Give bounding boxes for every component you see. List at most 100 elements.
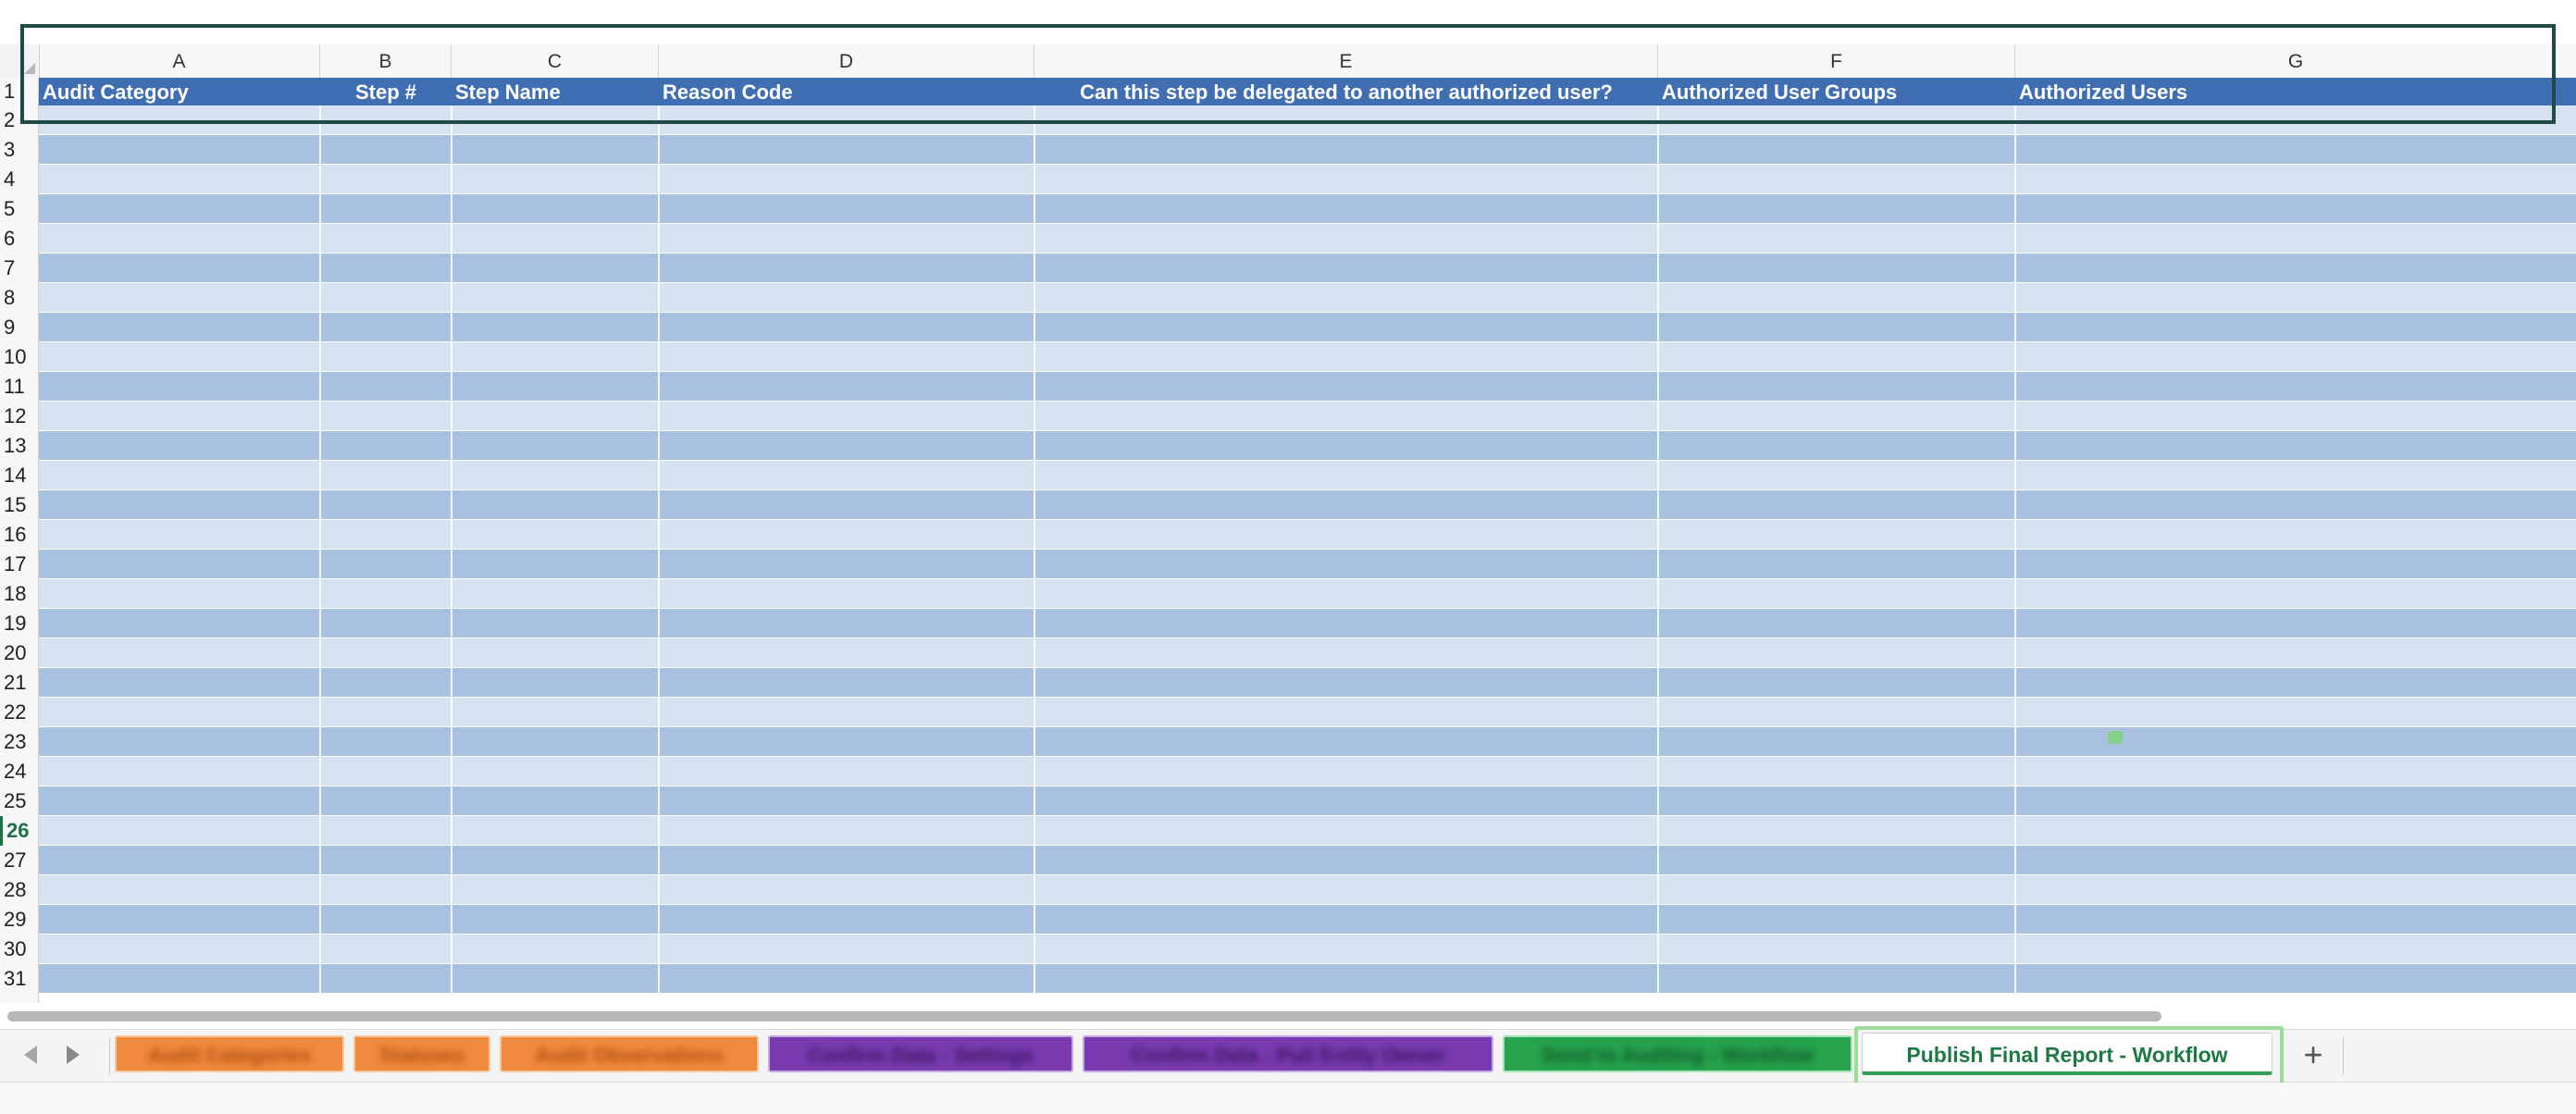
table-row[interactable] (39, 609, 2576, 638)
header-cell-can-delegate[interactable]: Can this step be delegated to another au… (1034, 78, 1658, 105)
table-row[interactable] (39, 698, 2576, 727)
header-cell-reason-code[interactable]: Reason Code (659, 78, 1034, 105)
row-number-11[interactable]: 11 (0, 372, 37, 402)
table-row[interactable] (39, 224, 2576, 254)
table-row[interactable] (39, 135, 2576, 165)
header-row: Audit Category Step # Step Name Reason C… (39, 78, 2576, 105)
header-cell-step-name[interactable]: Step Name (452, 78, 659, 105)
row-number-3[interactable]: 3 (0, 135, 37, 165)
row-number-28[interactable]: 28 (0, 875, 37, 905)
table-row[interactable] (39, 579, 2576, 609)
tab-audit-categories[interactable]: Audit Categories (115, 1035, 344, 1072)
row-number-19[interactable]: 19 (0, 609, 37, 638)
table-row[interactable] (39, 550, 2576, 579)
row-number-9[interactable]: 9 (0, 313, 37, 342)
table-row[interactable] (39, 105, 2576, 135)
row-number-31[interactable]: 31 (0, 964, 37, 994)
table-row[interactable] (39, 786, 2576, 816)
table-row[interactable] (39, 757, 2576, 786)
table-row[interactable] (39, 254, 2576, 283)
header-cell-audit-category[interactable]: Audit Category (39, 78, 320, 105)
row-number-13[interactable]: 13 (0, 431, 37, 461)
table-row[interactable] (39, 313, 2576, 342)
tab-confirm-data-pull-entity-owner[interactable]: Confirm Data - Pull Entity Owner (1083, 1035, 1493, 1072)
active-tab-label: Publish Final Report - Workflow (1906, 1043, 2228, 1067)
row-number-18[interactable]: 18 (0, 579, 37, 609)
tab-publish-final-report-workflow[interactable]: Publish Final Report - Workflow (1862, 1033, 2273, 1075)
horizontal-scrollbar[interactable] (0, 1003, 2576, 1029)
table-row[interactable] (39, 520, 2576, 550)
table-row[interactable] (39, 905, 2576, 935)
row-number-16[interactable]: 16 (0, 520, 37, 550)
table-row[interactable] (39, 668, 2576, 698)
select-all-button[interactable] (0, 44, 40, 78)
header-cell-authorized-users[interactable]: Authorized Users (2015, 78, 2576, 105)
row-number-10[interactable]: 10 (0, 342, 37, 372)
row-number-8[interactable]: 8 (0, 283, 37, 313)
column-header-b[interactable]: B (320, 44, 452, 78)
row-number-21[interactable]: 21 (0, 668, 37, 698)
table-row[interactable] (39, 935, 2576, 964)
column-header-a[interactable]: A (39, 44, 320, 78)
row-number-2[interactable]: 2 (0, 105, 37, 135)
table-row[interactable] (39, 283, 2576, 313)
column-header-c[interactable]: C (452, 44, 659, 78)
table-row[interactable] (39, 964, 2576, 994)
table-row[interactable] (39, 816, 2576, 846)
table-row[interactable] (39, 402, 2576, 431)
header-cell-authorized-user-groups[interactable]: Authorized User Groups (1658, 78, 2015, 105)
table-row[interactable] (39, 875, 2576, 905)
column-header-g[interactable]: G (2015, 44, 2576, 78)
row-number-17[interactable]: 17 (0, 550, 37, 579)
row-number-23[interactable]: 23 (0, 727, 37, 757)
row-number-22[interactable]: 22 (0, 698, 37, 727)
tab-divider (2343, 1037, 2344, 1074)
row-number-24[interactable]: 24 (0, 757, 37, 786)
cell-grid[interactable]: Audit Category Step # Step Name Reason C… (39, 78, 2576, 1003)
tab-statuses[interactable]: Statuses (353, 1035, 490, 1072)
row-number-30[interactable]: 30 (0, 935, 37, 964)
tab-label: Send to Auditing - Workflow (1542, 1044, 1814, 1067)
row-number-6[interactable]: 6 (0, 224, 37, 254)
column-header-f[interactable]: F (1658, 44, 2015, 78)
row-number-29[interactable]: 29 (0, 905, 37, 935)
table-row[interactable] (39, 165, 2576, 194)
column-separator (319, 78, 321, 1003)
row-number-26[interactable]: 26 (0, 816, 37, 846)
row-number-5[interactable]: 5 (0, 194, 37, 224)
table-row[interactable] (39, 461, 2576, 490)
row-number-12[interactable]: 12 (0, 402, 37, 431)
table-row[interactable] (39, 846, 2576, 875)
column-header-d[interactable]: D (659, 44, 1034, 78)
row-number-15[interactable]: 15 (0, 490, 37, 520)
table-row[interactable] (39, 490, 2576, 520)
row-number-1[interactable]: 1 (0, 78, 37, 105)
chevron-left-icon[interactable] (24, 1046, 37, 1064)
column-separator (658, 78, 660, 1003)
row-number-4[interactable]: 4 (0, 165, 37, 194)
column-separator (1034, 78, 1035, 1003)
tab-label: Confirm Data - Pull Entity Owner (1131, 1044, 1445, 1067)
status-bar (0, 1083, 2576, 1114)
table-row[interactable] (39, 194, 2576, 224)
table-row[interactable] (39, 372, 2576, 402)
column-header-e[interactable]: E (1034, 44, 1658, 78)
chevron-right-icon[interactable] (67, 1046, 80, 1064)
row-number-7[interactable]: 7 (0, 254, 37, 283)
table-row[interactable] (39, 727, 2576, 757)
header-cell-step-number[interactable]: Step # (320, 78, 452, 105)
add-sheet-button[interactable]: + (2289, 1034, 2337, 1076)
table-row[interactable] (39, 638, 2576, 668)
row-number-14[interactable]: 14 (0, 461, 37, 490)
sheet-tab-bar: Audit Categories Statuses Audit Observat… (0, 1026, 2576, 1087)
column-separator (2014, 78, 2016, 1003)
tab-confirm-data-settings[interactable]: Confirm Data - Settings (768, 1035, 1073, 1072)
row-number-27[interactable]: 27 (0, 846, 37, 875)
scrollbar-thumb[interactable] (7, 1011, 2161, 1021)
row-number-20[interactable]: 20 (0, 638, 37, 668)
tab-send-to-auditing-workflow[interactable]: Send to Auditing - Workflow (1503, 1035, 1852, 1072)
row-number-25[interactable]: 25 (0, 786, 37, 816)
tab-audit-observations[interactable]: Audit Observations (500, 1035, 759, 1072)
table-row[interactable] (39, 431, 2576, 461)
table-row[interactable] (39, 342, 2576, 372)
